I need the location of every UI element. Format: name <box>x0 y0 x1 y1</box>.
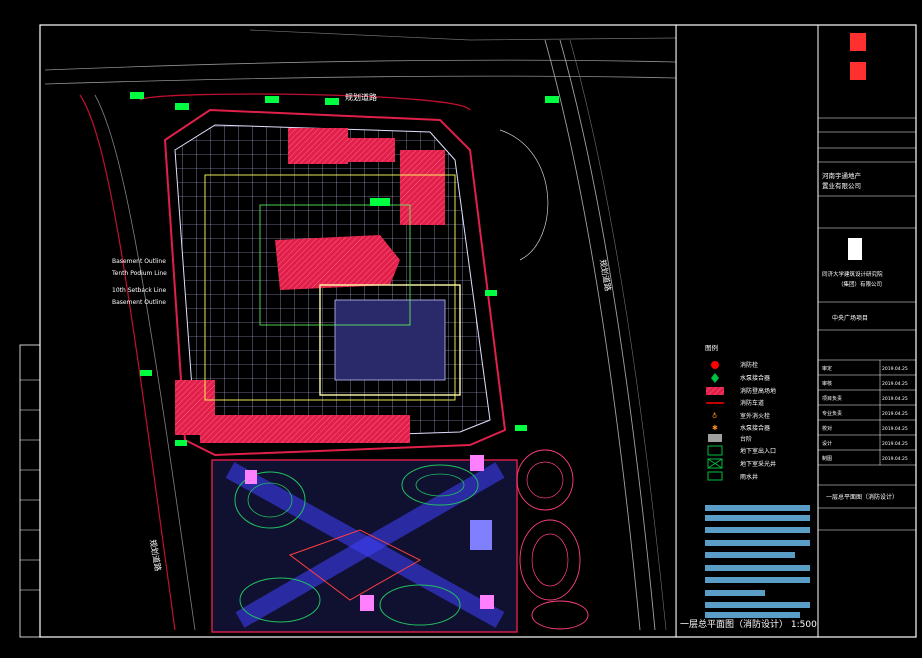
left-strip-cells <box>20 379 40 591</box>
landscape-zone <box>211 449 589 633</box>
institute-name: 同济大学建筑设计研究院 <box>822 270 883 278</box>
row-date: 2019.04.25 <box>882 396 908 402</box>
legend-label: 雨水井 <box>740 473 758 481</box>
seal-icon <box>850 33 866 51</box>
step-icon <box>708 434 722 442</box>
row-label: 审定 <box>822 365 832 372</box>
row-date: 2019.04.25 <box>882 441 908 447</box>
title-block: 河南宇通地产 置业有限公司 同济大学建筑设计研究院 （集团）有限公司 中央广场项… <box>817 24 917 638</box>
row-label: 专业负责 <box>822 410 842 417</box>
institute-name: （集团）有限公司 <box>838 280 882 288</box>
legend-title: 图例 <box>705 343 718 352</box>
tower-core <box>334 299 446 381</box>
row-date: 2019.04.25 <box>882 381 908 387</box>
row-label: 校对 <box>822 425 832 432</box>
company-name: 河南宇通地产 <box>822 171 862 180</box>
row-date: 2019.04.25 <box>882 411 908 417</box>
side-label-line: Basement Outline <box>112 258 166 265</box>
side-label-line: Tenth Podium Line <box>111 270 167 277</box>
project-name: 中央广场项目 <box>832 314 868 322</box>
street-label: 规划道路 <box>148 539 163 572</box>
row-label: 设计 <box>822 440 832 447</box>
entrance-box-icon <box>707 445 723 456</box>
rain-well-icon <box>707 471 723 481</box>
legend-label: 台阶 <box>740 435 752 443</box>
street-label: 规划道路 <box>345 92 377 102</box>
row-date: 2019.04.25 <box>882 426 908 432</box>
legend-label: 地下室采光井 <box>740 460 776 468</box>
legend-label: 水泵接合器 <box>740 424 770 432</box>
legend-label: 水泵接合器 <box>740 374 770 382</box>
legend-label: 室外消火栓 <box>740 412 770 420</box>
site-plan-drawing: Basement Outline Tenth Podium Line 10th … <box>19 24 917 638</box>
connector-mark-icon: ✱ <box>712 424 718 432</box>
signoff-table: 审定 审核 项目负责 专业负责 校对 设计 制图 2019.04.25 2019… <box>818 359 916 466</box>
row-date: 2019.04.25 <box>882 366 908 372</box>
legend-label: 消防登高场地 <box>740 387 776 395</box>
row-label: 项目负责 <box>822 395 842 402</box>
institute-logo-icon <box>848 238 862 260</box>
row-date: 2019.04.25 <box>882 456 908 462</box>
red-circle-icon <box>711 361 719 369</box>
row-label: 审核 <box>822 380 832 387</box>
legend-label: 地下室出入口 <box>740 447 776 455</box>
notes-block <box>705 505 810 618</box>
side-label-left: Basement Outline Tenth Podium Line 10th … <box>111 258 167 306</box>
legend-label: 消防车道 <box>740 399 764 407</box>
company-name: 置业有限公司 <box>822 181 861 190</box>
legend-label: 消防栓 <box>740 361 758 369</box>
legend: 图例 消防栓 水泵接合器 消防登高场地 消防车道 ♁ 室外消火栓 ✱ 水泵接合器… <box>705 343 776 481</box>
green-diamond-icon <box>711 373 719 383</box>
row-label: 制图 <box>822 455 832 462</box>
hydrant-mark-icon: ♁ <box>712 412 717 420</box>
drawing-caption: 一层总平面图（消防设计） 1:500 <box>680 618 817 630</box>
street-label: 规划道路 <box>598 259 613 292</box>
hatch-icon <box>706 387 724 395</box>
side-label-line: Basement Outline <box>112 299 166 306</box>
left-strip <box>19 344 41 638</box>
sheet-title: 一层总平面图（消防设计） <box>826 493 898 501</box>
side-label-line: 10th Setback Line <box>112 287 167 294</box>
seal-icon <box>850 62 866 80</box>
